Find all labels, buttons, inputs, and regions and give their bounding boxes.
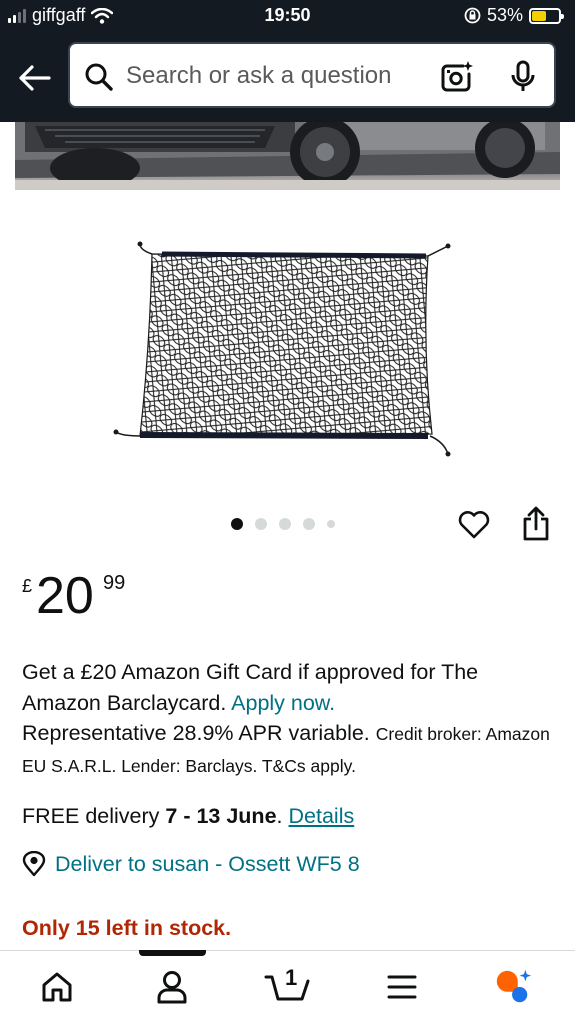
search-input[interactable] bbox=[126, 60, 426, 92]
delivery-dates: 7 - 13 June bbox=[165, 804, 277, 828]
credit-offer: Get a £20 Amazon Gift Card if approved f… bbox=[22, 657, 552, 781]
battery-percent: 53% bbox=[486, 5, 523, 25]
product-image-previous bbox=[15, 122, 560, 190]
heart-icon[interactable] bbox=[457, 507, 491, 541]
price-fraction: 99 bbox=[103, 572, 126, 594]
active-tab-indicator bbox=[139, 950, 206, 956]
apply-now-link[interactable]: Apply now. bbox=[231, 691, 335, 715]
delivery-details-link[interactable]: Details bbox=[289, 804, 355, 828]
product-image[interactable] bbox=[110, 236, 460, 461]
pagination-dot[interactable] bbox=[231, 518, 243, 530]
home-icon bbox=[42, 972, 72, 1002]
share-icon[interactable] bbox=[520, 505, 552, 543]
account-icon bbox=[157, 971, 187, 1004]
mic-icon[interactable] bbox=[508, 60, 538, 94]
menu-icon bbox=[387, 975, 417, 999]
rufus-icon bbox=[496, 969, 532, 1003]
back-arrow-icon bbox=[19, 65, 51, 91]
battery-icon bbox=[529, 7, 564, 24]
orientation-lock-icon bbox=[464, 7, 481, 24]
nav-home-button[interactable] bbox=[37, 967, 77, 1007]
pagination-dot[interactable] bbox=[327, 520, 335, 528]
image-pagination[interactable] bbox=[231, 518, 335, 530]
bottom-nav: 1 bbox=[0, 950, 575, 1024]
car-image bbox=[15, 122, 560, 190]
apr-text: Representative 28.9% APR variable. bbox=[22, 721, 370, 745]
stock-status: Only 15 left in stock. bbox=[22, 916, 232, 940]
nav-rufus-button[interactable] bbox=[493, 967, 533, 1007]
location-pin-icon bbox=[22, 851, 46, 877]
delivery-info: FREE delivery 7 - 13 June. Details bbox=[22, 801, 354, 831]
back-button[interactable] bbox=[14, 58, 54, 98]
pagination-dot[interactable] bbox=[279, 518, 291, 530]
camera-icon[interactable] bbox=[439, 60, 473, 94]
status-bar: giffgaff 19:50 53% bbox=[0, 0, 575, 34]
deliver-to-text: Deliver to susan - Ossett WF5 8 bbox=[55, 851, 360, 876]
cart-count: 1 bbox=[285, 965, 298, 990]
header: giffgaff 19:50 53% bbox=[0, 0, 575, 122]
pagination-dot[interactable] bbox=[303, 518, 315, 530]
nav-menu-button[interactable] bbox=[382, 967, 422, 1007]
nav-cart-button[interactable]: 1 bbox=[263, 965, 313, 1007]
delivery-prefix: FREE delivery bbox=[22, 804, 160, 828]
pagination-dot[interactable] bbox=[255, 518, 267, 530]
deliver-to-link[interactable]: Deliver to susan - Ossett WF5 8 bbox=[22, 851, 360, 877]
search-bar[interactable] bbox=[68, 42, 556, 108]
nav-account-button[interactable] bbox=[152, 967, 192, 1007]
search-icon bbox=[85, 63, 113, 91]
price-whole: 20 bbox=[36, 567, 94, 625]
price-currency: £ bbox=[22, 576, 33, 596]
delivery-suffix: . bbox=[276, 804, 283, 828]
